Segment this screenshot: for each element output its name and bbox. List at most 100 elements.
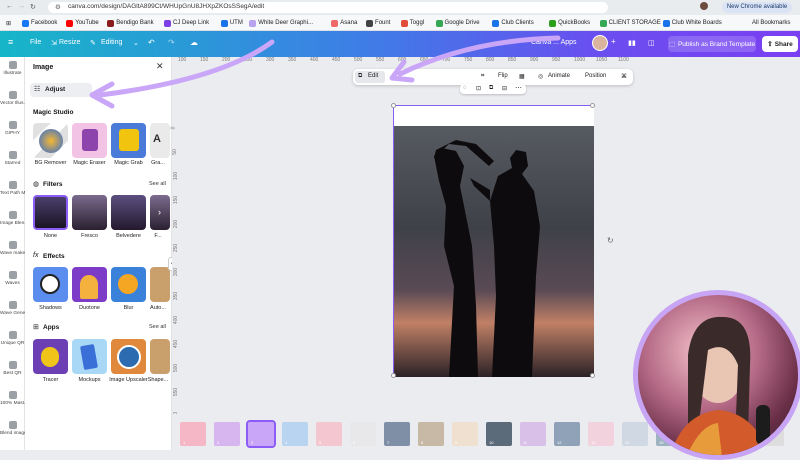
chevron-right-icon[interactable]: › [158, 207, 161, 217]
page-thumbnail[interactable]: 3 [246, 420, 276, 448]
resize-icon[interactable]: ⇲ [51, 39, 57, 47]
effect-shadows-thumb[interactable] [33, 267, 68, 302]
bookmark-item[interactable]: Google Drive [435, 18, 480, 28]
chrome-update-button[interactable]: New Chrome available [722, 2, 792, 13]
effect-auto-thumb[interactable] [150, 267, 170, 302]
rail-app-item[interactable]: Wave Gener... [0, 301, 25, 316]
page-thumbnail[interactable]: 9 [452, 422, 478, 446]
bookmark-item[interactable]: YouTube [66, 18, 99, 28]
rotate-icon[interactable]: ↻ [607, 236, 614, 245]
app-image-upscaler-thumb[interactable] [111, 339, 146, 374]
close-icon[interactable]: ✕ [156, 61, 164, 72]
undo-icon[interactable]: ↶ [148, 38, 155, 47]
rail-app-item[interactable]: Image Blen... [0, 211, 25, 226]
bookmark-item[interactable]: White Deer Graphi... [249, 18, 313, 28]
page-thumbnail[interactable]: 1 [180, 422, 206, 446]
chevron-down-icon[interactable]: ⌄ [133, 39, 139, 47]
bookmark-item[interactable]: CJ Deep Link [164, 18, 209, 28]
page-thumbnail[interactable]: 13 [588, 422, 614, 446]
more-options-icon[interactable]: ⋯ [515, 84, 522, 92]
page-thumbnail[interactable]: 5 [316, 422, 342, 446]
magic-grab-thumb[interactable] [111, 123, 146, 158]
page-thumbnail[interactable]: 11 [520, 422, 546, 446]
bookmark-item[interactable]: UTM [220, 18, 243, 28]
address-bar[interactable]: ⚙ canva.com/design/DAGltA899Ct/WHUpGnU8J… [48, 2, 608, 13]
editing-mode-button[interactable]: Editing [101, 39, 122, 46]
menu-icon[interactable]: ≡ [8, 37, 13, 47]
effect-blur-thumb[interactable] [111, 267, 146, 302]
page-thumbnail[interactable]: 6 [350, 422, 376, 446]
insights-icon[interactable]: ▮▮ [628, 39, 636, 47]
rail-app-item[interactable]: Waves [0, 271, 25, 286]
app-mockups-thumb[interactable] [72, 339, 107, 374]
page-thumbnail[interactable]: 7 [384, 422, 410, 446]
back-icon[interactable]: ← [6, 3, 13, 10]
magic-eraser-thumb[interactable] [72, 123, 107, 158]
transparency-icon[interactable]: ▦ [519, 73, 525, 80]
lock-icon[interactable]: ⊡ [476, 85, 481, 92]
site-info-icon[interactable]: ⚙ [55, 3, 61, 11]
add-collaborator-icon[interactable]: + [611, 37, 616, 46]
page-thumbnail[interactable]: 8 [418, 422, 444, 446]
app-tracer-thumb[interactable] [33, 339, 68, 374]
reload-icon[interactable]: ↻ [30, 3, 36, 11]
rail-app-item[interactable]: Unique QR [0, 331, 25, 346]
position-button[interactable]: Position [585, 73, 606, 79]
bookmark-item[interactable]: Fount [366, 18, 390, 28]
app-icon [8, 211, 17, 219]
edit-image-button[interactable]: ⧉ Edit [355, 71, 385, 83]
share-button[interactable]: ⇪ Share [762, 36, 798, 52]
rail-app-item[interactable]: Starred [0, 151, 25, 166]
resize-button[interactable]: Resize [59, 39, 80, 46]
page-thumbnail[interactable]: 2 [214, 422, 240, 446]
animate-button[interactable]: Animate [548, 73, 570, 79]
bookmark-item[interactable]: Club Clients [492, 18, 534, 28]
rail-app-item[interactable]: Vector Illus... [0, 91, 25, 106]
copy-style-icon[interactable]: ⌘ [621, 73, 627, 80]
bookmark-item[interactable]: Bendigo Bank [107, 18, 154, 28]
filter-none-thumb[interactable] [33, 195, 68, 230]
bookmark-item[interactable]: QuickBooks [549, 18, 590, 28]
filters-see-all-link[interactable]: See all [149, 181, 166, 187]
comment-icon[interactable]: ◌ [463, 85, 467, 91]
page-thumbnail[interactable]: 14 [622, 422, 648, 446]
file-menu[interactable]: File [30, 39, 41, 46]
effect-duotone-thumb[interactable] [72, 267, 107, 302]
adjust-button[interactable]: ☷ Adjust [30, 83, 92, 97]
bookmark-item[interactable]: CLIENT STORAGE [599, 18, 661, 28]
rail-app-item[interactable]: Text Path M... [0, 181, 25, 196]
comment-icon[interactable]: ◫ [648, 39, 655, 47]
flip-button[interactable]: Flip [498, 73, 508, 79]
delete-icon[interactable]: ⊟ [502, 85, 507, 92]
page-thumbnail[interactable]: 10 [486, 422, 512, 446]
rail-app-item[interactable]: Best QR [0, 361, 25, 376]
rail-app-item[interactable]: Wave maker [0, 241, 25, 256]
duplicate-icon[interactable]: ⧉ [489, 85, 493, 92]
bookmark-item[interactable]: Facebook [22, 18, 57, 28]
bookmark-item[interactable]: Club White Boards [662, 18, 722, 28]
bg-remover-thumb[interactable] [33, 123, 68, 158]
rail-app-item[interactable]: Blend image [0, 421, 25, 436]
app-shape-thumb[interactable] [150, 339, 170, 374]
filter-fresco-thumb[interactable] [72, 195, 107, 230]
selected-photo[interactable] [391, 103, 595, 378]
collaborator-avatar[interactable] [592, 35, 608, 51]
rail-app-item[interactable]: Illustrate [0, 61, 25, 76]
all-bookmarks-button[interactable]: All Bookmarks [752, 18, 790, 28]
rail-app-item[interactable]: 100% Mast... [0, 391, 25, 406]
bookmark-item[interactable]: Asana [331, 18, 357, 28]
apps-see-all-link[interactable]: See all [149, 324, 166, 330]
forward-icon[interactable]: → [18, 3, 25, 10]
page-thumbnail[interactable]: 4 [282, 422, 308, 446]
redo-icon[interactable]: ↷ [168, 38, 175, 47]
grab-text-thumb[interactable]: A [150, 123, 170, 158]
publish-brand-template-button[interactable]: ⬚ Publish as Brand Template [668, 36, 756, 52]
profile-avatar[interactable] [700, 2, 708, 10]
crop-icon[interactable]: ⌗ [481, 73, 484, 80]
page-thumbnail[interactable]: 12 [554, 422, 580, 446]
bookmark-item[interactable]: Toggl [400, 18, 424, 28]
apps-grid-icon[interactable]: ⊞ [6, 18, 11, 28]
document-title[interactable]: Canva ... Apps [531, 39, 577, 46]
filter-belvedere-thumb[interactable] [111, 195, 146, 230]
rail-app-item[interactable]: GIPHY [0, 121, 25, 136]
